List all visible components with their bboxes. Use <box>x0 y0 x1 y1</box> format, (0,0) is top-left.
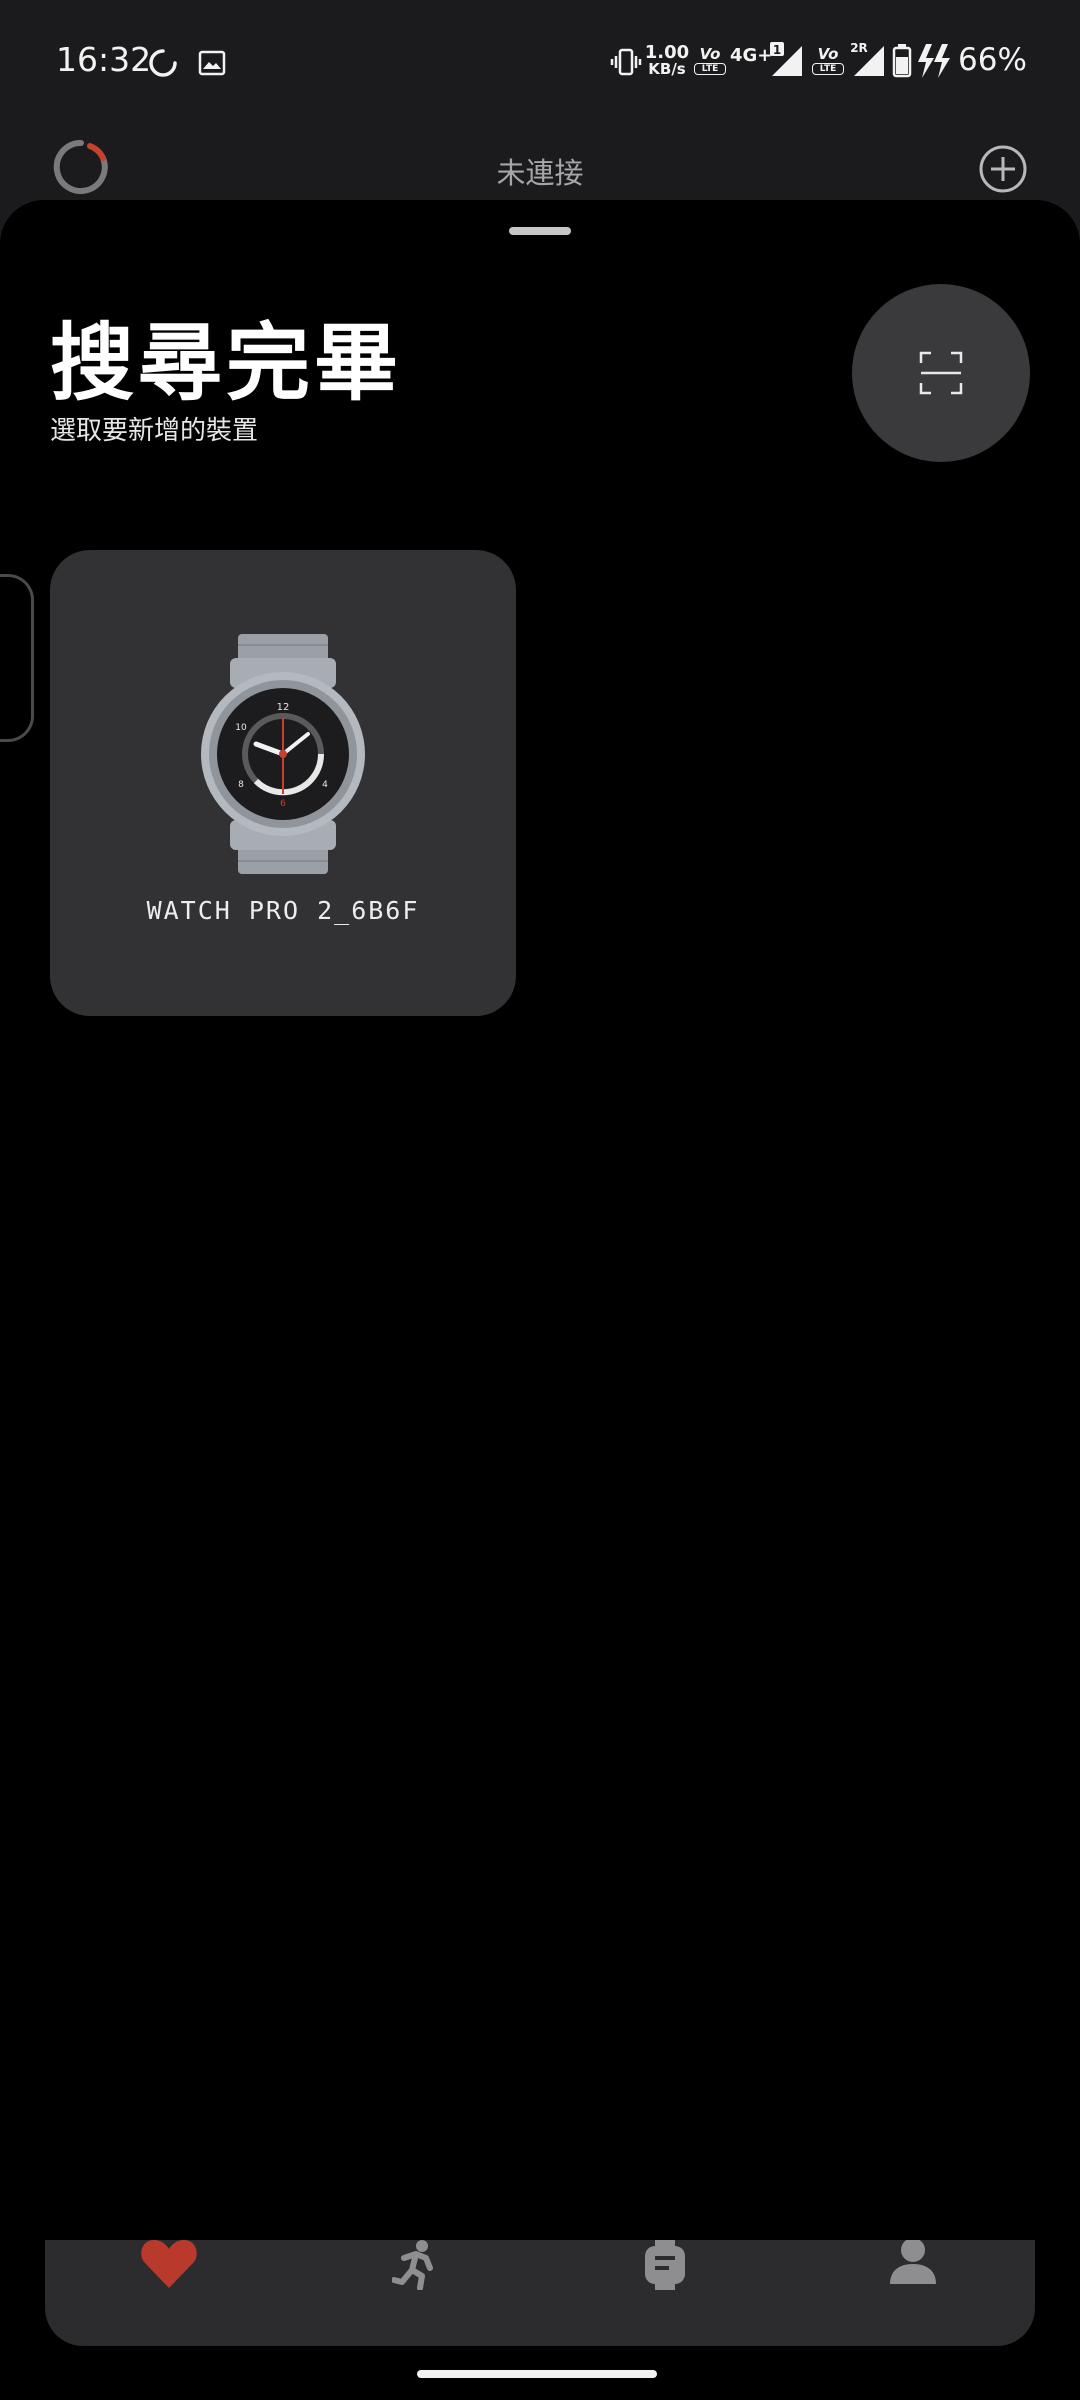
sync-status-icon <box>149 49 177 77</box>
gallery-notification-icon <box>198 50 226 76</box>
charging-icon <box>918 44 950 78</box>
add-device-button[interactable] <box>978 144 1028 194</box>
watch-numeral: 12 <box>277 702 290 713</box>
device-search-sheet: 搜尋完畢 選取要新增的裝置 12 10 8 6 4 WATCH PRO 2_6B… <box>0 200 1080 2240</box>
running-icon <box>392 2240 433 2290</box>
network-speed-unit: KB/s <box>648 60 686 78</box>
watch-icon <box>645 2240 685 2290</box>
nav-item-workout[interactable] <box>293 2240 541 2320</box>
battery-icon <box>892 44 912 78</box>
sheet-subtitle: 選取要新增的裝置 <box>50 416 259 446</box>
watch-numeral: 10 <box>235 723 247 733</box>
nav-item-health[interactable] <box>45 2240 293 2320</box>
watch-image: 12 10 8 6 4 <box>201 634 365 874</box>
home-gesture-bar[interactable] <box>417 2370 657 2378</box>
status-bar: 16:32 1.00 KB/s Vo LTE 4G+ 1 Vo LTE 2R 6… <box>0 0 1080 126</box>
status-time: 16:32 <box>56 40 152 79</box>
device-name: WATCH PRO 2_6B6F <box>146 896 420 925</box>
sim1-badge: 1 <box>772 43 782 57</box>
connection-status: 未連接 <box>496 156 584 190</box>
signal-sim2-icon <box>854 46 884 76</box>
battery-percent: 66% <box>958 42 1027 78</box>
network-speed: 1.00 KB/s <box>644 44 690 78</box>
heart-icon <box>141 2240 197 2288</box>
sheet-drag-handle[interactable] <box>509 227 571 235</box>
vibrate-icon <box>610 48 642 76</box>
bottom-nav <box>45 2240 1035 2346</box>
network-speed-value: 1.00 <box>644 42 690 63</box>
scan-icon <box>919 351 963 395</box>
volte-icon-2: Vo LTE <box>812 46 844 75</box>
watch-numeral: 4 <box>322 780 328 790</box>
person-icon <box>890 2240 936 2284</box>
volte-icon: Vo LTE <box>694 46 726 75</box>
network-type-4g: 4G+ <box>730 45 773 66</box>
qr-scan-button[interactable] <box>852 284 1030 462</box>
watch-numeral: 8 <box>238 780 244 790</box>
nav-item-device[interactable] <box>541 2240 789 2320</box>
nav-item-profile[interactable] <box>789 2240 1037 2320</box>
watch-numeral: 6 <box>280 799 286 809</box>
sheet-title: 搜尋完畢 <box>50 314 403 412</box>
side-panel-handle[interactable] <box>0 574 34 742</box>
device-card[interactable]: 12 10 8 6 4 WATCH PRO 2_6B6F <box>50 550 516 1016</box>
